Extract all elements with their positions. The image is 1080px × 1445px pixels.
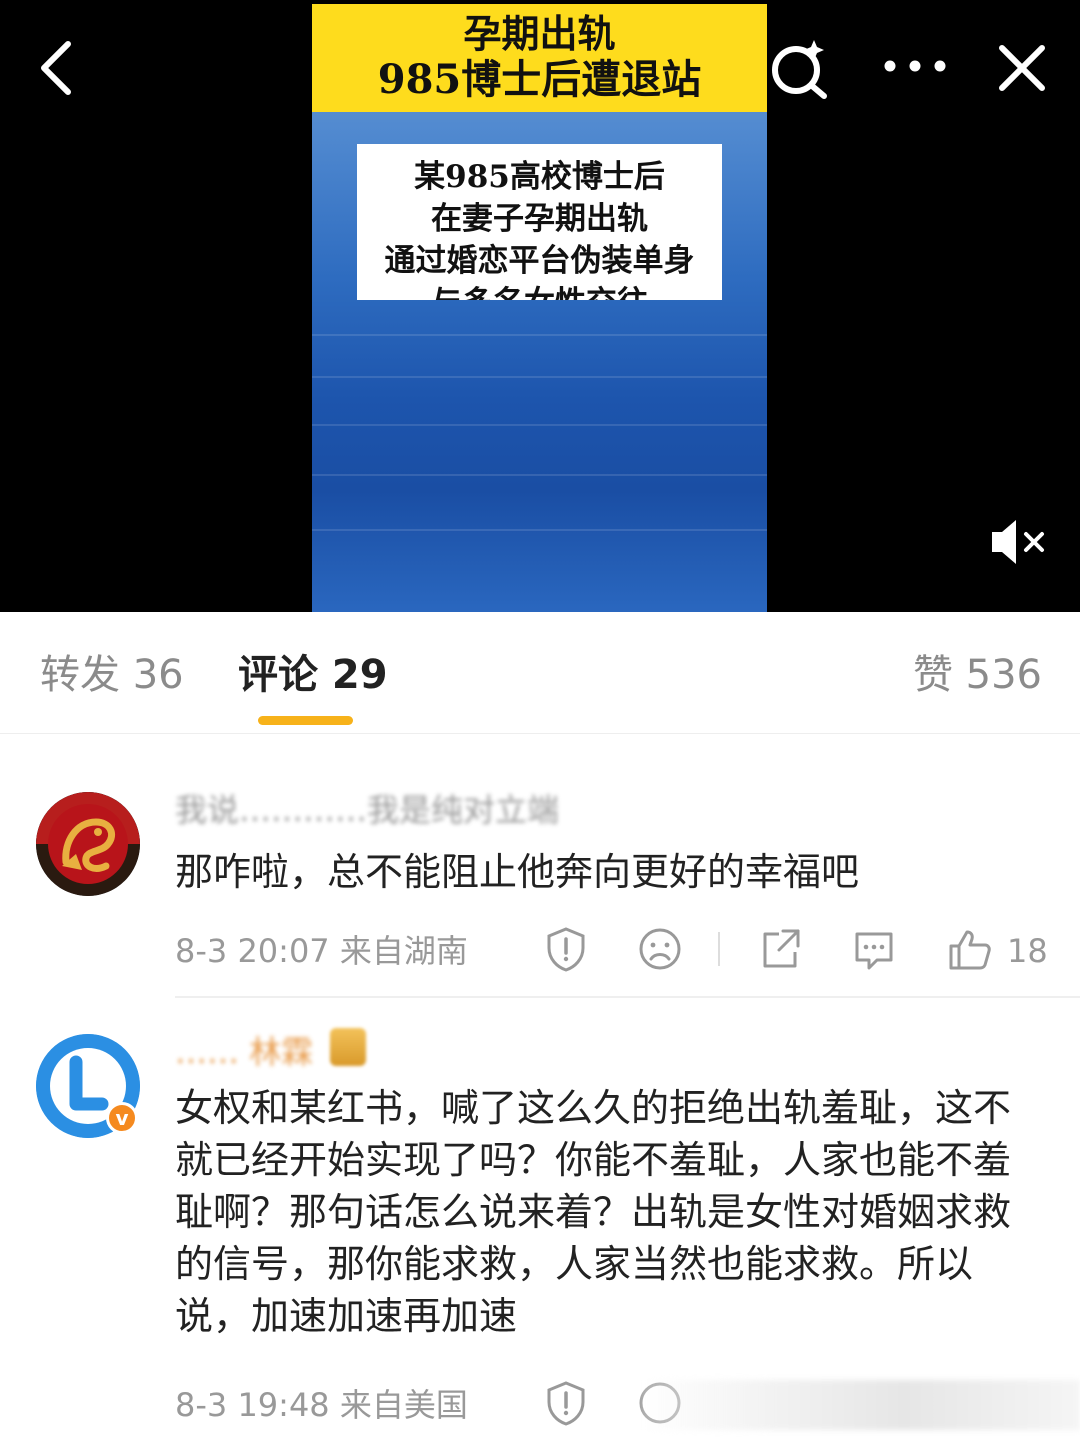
comment-timestamp: 8-3 19:48 来自美国 bbox=[175, 1386, 468, 1424]
video-caption-line: 与多名女性交往 bbox=[357, 282, 722, 300]
report-shield-icon bbox=[547, 927, 585, 972]
reply-button[interactable] bbox=[851, 926, 897, 972]
like-count: 18 bbox=[1007, 932, 1048, 970]
video-caption-line: 通过婚恋平台伪装单身 bbox=[384, 243, 695, 279]
comment-meta: 8-3 20:07 来自湖南 18 bbox=[175, 926, 1055, 976]
video-title-line-2: 985博士后遭退站 bbox=[377, 56, 702, 103]
report-button[interactable] bbox=[543, 1380, 589, 1426]
like-button[interactable] bbox=[947, 926, 993, 972]
back-button[interactable] bbox=[30, 34, 90, 98]
comment-text: 女权和某红书，喊了这么久的拒绝出轨羞耻，这不就已经开始实现了吗？你能不羞耻，人家… bbox=[175, 1086, 1012, 1338]
video-title-banner: 孕期出轨 985博士后遭退站 bbox=[312, 4, 767, 112]
video-caption-line: 在妻子孕期出轨 bbox=[431, 201, 648, 237]
tab-comments[interactable]: 评论 29 bbox=[238, 650, 388, 700]
watermark-blur bbox=[640, 1380, 1080, 1430]
share-icon bbox=[763, 929, 800, 968]
comment-author[interactable]: 我说…………我是纯对立端 bbox=[175, 790, 559, 830]
video-frame[interactable]: 孕期出轨 985博士后遭退站 某985高校博士后 在妻子孕期出轨 通过婚恋平台伪… bbox=[312, 4, 767, 612]
meta-divider bbox=[718, 932, 720, 966]
thumbs-up-icon bbox=[949, 930, 991, 970]
speaker-muted-icon bbox=[992, 520, 1044, 564]
search-sparkle-icon bbox=[772, 40, 827, 99]
more-dots-icon bbox=[884, 60, 946, 72]
engagement-tabs: 转发 36 评论 29 赞 536 bbox=[0, 612, 1080, 734]
close-button[interactable] bbox=[994, 40, 1050, 96]
video-caption-line: 某985高校博士后 bbox=[414, 159, 665, 195]
comment-item: v …… 林霖 女权和某红书，喊了这么久的拒绝出轨羞耻，这不就已经开始实现了吗？… bbox=[0, 998, 1080, 1445]
report-shield-icon bbox=[547, 1381, 585, 1426]
tab-likes[interactable]: 赞 536 bbox=[913, 650, 1042, 700]
video-player[interactable]: 孕期出轨 985博士后遭退站 某985高校博士后 在妻子孕期出轨 通过婚恋平台伪… bbox=[0, 0, 1080, 612]
dislike-button[interactable] bbox=[637, 926, 683, 972]
avatar[interactable] bbox=[36, 792, 140, 896]
share-button[interactable] bbox=[757, 926, 803, 972]
report-button[interactable] bbox=[543, 926, 589, 972]
comment-text: 那咋啦，总不能阻止他奔向更好的幸福吧 bbox=[175, 850, 860, 894]
active-tab-indicator bbox=[258, 716, 353, 725]
search-button[interactable] bbox=[766, 34, 832, 100]
mute-button[interactable] bbox=[988, 516, 1050, 568]
tab-repost[interactable]: 转发 36 bbox=[40, 650, 184, 700]
more-button[interactable] bbox=[880, 46, 950, 86]
video-title-line-1: 孕期出轨 bbox=[463, 11, 616, 56]
comment-item: 我说…………我是纯对立端 那咋啦，总不能阻止他奔向更好的幸福吧 8-3 20:0… bbox=[0, 734, 1080, 996]
comment-timestamp: 8-3 20:07 来自湖南 bbox=[175, 932, 468, 970]
chevron-left-icon bbox=[41, 41, 71, 95]
close-icon bbox=[999, 45, 1045, 91]
dragon-emblem-icon bbox=[36, 792, 140, 896]
video-caption-card: 某985高校博士后 在妻子孕期出轨 通过婚恋平台伪装单身 与多名女性交往 bbox=[357, 144, 722, 300]
sad-face-icon bbox=[639, 928, 681, 970]
verified-badge: v bbox=[106, 1102, 138, 1134]
comment-bubble-icon bbox=[855, 932, 893, 970]
comment-author[interactable]: …… 林霖 bbox=[175, 1032, 313, 1072]
member-level-icon bbox=[330, 1028, 366, 1066]
